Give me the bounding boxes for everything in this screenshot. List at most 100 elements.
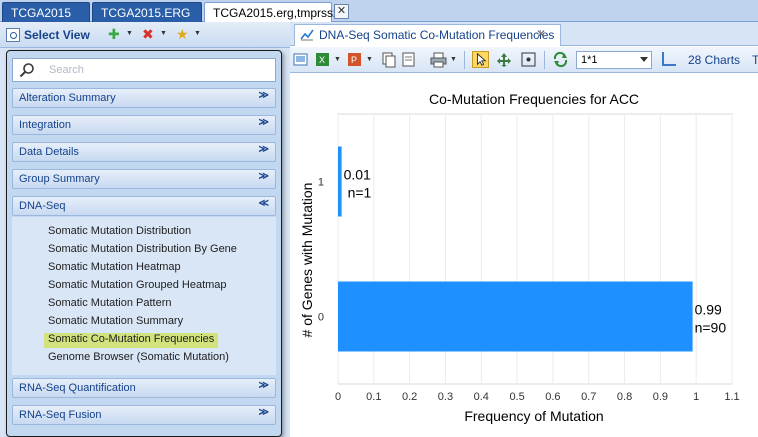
doc-tab-tcga2015-erg[interactable]: TCGA2015.ERG: [92, 2, 202, 22]
export-excel-icon[interactable]: X: [314, 51, 331, 68]
group-integration[interactable]: Integration ≫: [12, 115, 276, 135]
expand-chevron-icon: ≫: [258, 144, 269, 155]
chart-toolbar: X ▼ P ▼ ▼ 1*1 28 Charts T: [290, 47, 758, 73]
powerpoint-dropdown-icon[interactable]: ▼: [366, 56, 373, 63]
list-item[interactable]: Somatic Mutation Heatmap: [48, 261, 181, 276]
dna-seq-items: Somatic Mutation Distribution Somatic Mu…: [12, 217, 276, 375]
layout-select[interactable]: 1*1: [576, 51, 652, 69]
list-item[interactable]: Genome Browser (Somatic Mutation): [48, 351, 229, 366]
bar-value-label: 0.99: [695, 302, 722, 318]
favorite-dropdown-icon[interactable]: ▼: [194, 30, 201, 37]
svg-text:X: X: [319, 55, 325, 65]
remove-favorite-icon[interactable]: ✖: [142, 27, 154, 41]
export-image-icon[interactable]: [292, 51, 309, 68]
favorite-star-icon[interactable]: ★: [176, 27, 189, 41]
page-icon[interactable]: [400, 51, 417, 68]
list-item[interactable]: Somatic Mutation Grouped Heatmap: [48, 279, 227, 294]
chart-window-tab-label: DNA-Seq Somatic Co-Mutation Frequencies: [319, 28, 555, 42]
bar-value-label: 0.01: [344, 167, 371, 183]
svg-text:P: P: [351, 55, 357, 65]
search-placeholder: Search: [49, 64, 84, 76]
bar-count-label: n=1: [348, 185, 372, 201]
x-tick-label: 0.1: [366, 391, 381, 403]
navigation-panel: Select View ✚ ▼ ✖ ▼ ★ ▼ Search Alteratio…: [0, 22, 290, 437]
y-tick-label: 1: [318, 177, 324, 189]
add-favorite-icon[interactable]: ✚: [108, 27, 120, 41]
x-tick-label: 0.8: [617, 391, 632, 403]
fit-to-window-icon[interactable]: [520, 51, 537, 68]
x-tick-label: 0.7: [581, 391, 596, 403]
group-rna-seq-quantification[interactable]: RNA-Seq Quantification ≫: [12, 378, 276, 398]
list-item[interactable]: Somatic Mutation Distribution: [48, 225, 191, 240]
toolbar-separator: [544, 51, 545, 69]
list-item[interactable]: Somatic Mutation Pattern: [48, 297, 172, 312]
copy-icon[interactable]: [380, 51, 397, 68]
close-tab-icon[interactable]: ✕: [334, 4, 349, 19]
group-label: DNA-Seq: [19, 200, 66, 212]
chart-icon: [300, 29, 314, 41]
x-axis-label: Frequency of Mutation: [464, 408, 603, 424]
close-chart-tab-icon[interactable]: ✕: [536, 27, 546, 41]
doc-tab-tcga2015[interactable]: TCGA2015: [2, 2, 90, 22]
print-icon[interactable]: [430, 51, 447, 68]
chevron-down-icon: [640, 57, 648, 62]
export-powerpoint-icon[interactable]: P: [346, 51, 363, 68]
bar-count-label: n=90: [695, 320, 727, 336]
group-label: Alteration Summary: [19, 92, 116, 104]
x-tick-label: 0: [335, 391, 341, 403]
list-item[interactable]: Somatic Mutation Summary: [48, 315, 183, 330]
add-favorite-dropdown-icon[interactable]: ▼: [126, 30, 133, 37]
group-label: RNA-Seq Quantification: [19, 382, 136, 394]
collapse-chevron-icon: ≪: [258, 198, 269, 209]
expand-chevron-icon: ≫: [258, 90, 269, 101]
refresh-icon[interactable]: [552, 51, 569, 68]
y-tick-label: 0: [318, 312, 324, 324]
select-view-button[interactable]: Select View: [6, 26, 90, 44]
expand-chevron-icon: ≫: [258, 171, 269, 182]
x-tick-label: 0.9: [653, 391, 668, 403]
layout-select-value: 1*1: [581, 54, 598, 66]
chart-title: Co-Mutation Frequencies for ACC: [429, 91, 639, 107]
plot-area: 0 0.1 0.2 0.3 0.4 0.5 0.6 0.7 0.8 0.9 1 1.1 1 0.01 n=1…: [318, 113, 740, 403]
view-list: Search Alteration Summary ≫ Integration …: [6, 50, 282, 437]
chart-window-tab-strip: DNA-Seq Somatic Co-Mutation Frequencies …: [290, 22, 758, 46]
toolbar-overflow-label[interactable]: T: [752, 53, 758, 67]
export-dropdown-icon[interactable]: ▼: [334, 56, 341, 63]
group-data-details[interactable]: Data Details ≫: [12, 142, 276, 162]
chart-window-tab[interactable]: DNA-Seq Somatic Co-Mutation Frequencies: [294, 24, 562, 46]
toolbar-separator: [464, 51, 465, 69]
x-tick-label: 0.3: [438, 391, 453, 403]
group-dna-seq[interactable]: DNA-Seq ≪: [12, 196, 276, 216]
y-axis-label: # of Genes with Mutation: [299, 183, 315, 338]
group-label: Integration: [19, 119, 71, 131]
search-icon: [19, 63, 34, 78]
search-input[interactable]: Search: [12, 58, 276, 82]
group-label: Data Details: [19, 146, 79, 158]
expand-chevron-icon: ≫: [258, 117, 269, 128]
x-tick-label: 1.1: [724, 391, 739, 403]
x-tick-label: 0.4: [474, 391, 489, 403]
charts-icon[interactable]: [662, 52, 676, 66]
doc-tab-tcga2015-erg-tmprss2[interactable]: TCGA2015.erg,tmprss2: [204, 2, 340, 23]
group-label: RNA-Seq Fusion: [19, 409, 102, 421]
select-view-icon: [6, 28, 20, 42]
pointer-icon[interactable]: [472, 51, 489, 68]
group-rna-seq-fusion[interactable]: RNA-Seq Fusion ≫: [12, 405, 276, 425]
group-group-summary[interactable]: Group Summary ≫: [12, 169, 276, 189]
co-mutation-frequency-chart: Co-Mutation Frequencies for ACC Frequenc…: [299, 91, 740, 424]
x-tick-label: 0.5: [509, 391, 524, 403]
expand-chevron-icon: ≫: [258, 380, 269, 391]
x-tick-label: 0.6: [545, 391, 560, 403]
group-alteration-summary[interactable]: Alteration Summary ≫: [12, 88, 276, 108]
expand-chevron-icon: ≫: [258, 407, 269, 418]
pan-icon[interactable]: [496, 51, 513, 68]
bar: [338, 281, 693, 352]
charts-count-button[interactable]: 28 Charts: [688, 53, 740, 67]
group-label: Group Summary: [19, 173, 100, 185]
list-item[interactable]: Somatic Mutation Distribution By Gene: [48, 243, 237, 258]
x-tick-label: 0.2: [402, 391, 417, 403]
document-tab-strip: TCGA2015 TCGA2015.ERG TCGA2015.erg,tmprs…: [0, 0, 758, 23]
print-dropdown-icon[interactable]: ▼: [450, 56, 457, 63]
remove-favorite-dropdown-icon[interactable]: ▼: [160, 30, 167, 37]
list-item-selected[interactable]: Somatic Co-Mutation Frequencies: [44, 333, 219, 348]
